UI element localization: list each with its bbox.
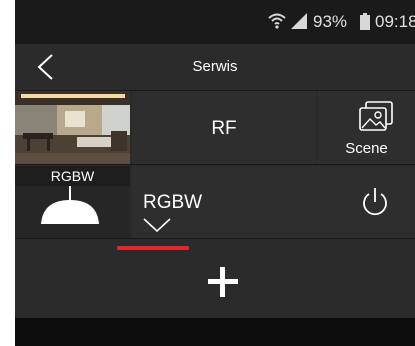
wifi-icon: [268, 13, 286, 29]
clock: 09:18: [375, 12, 415, 31]
scene-images-icon: [359, 101, 393, 131]
app-bar: Serwis: [15, 44, 415, 90]
signal-icon: [291, 13, 307, 29]
room-image[interactable]: [15, 91, 130, 164]
rf-tile[interactable]: RF: [132, 91, 316, 164]
chevron-down-icon[interactable]: [143, 218, 171, 232]
divider: [15, 238, 415, 239]
bottom-bar: [15, 318, 415, 346]
page-title: Serwis: [192, 58, 238, 75]
divider: [15, 164, 415, 165]
lamp-tile[interactable]: RGBW: [15, 166, 130, 238]
scene-label: Scene: [345, 140, 388, 157]
tile-row-device: RGBW RGBW: [15, 166, 415, 238]
battery-icon: [360, 13, 370, 30]
add-area: [15, 240, 415, 318]
lamp-label: RGBW: [15, 166, 130, 186]
room-photo: [15, 91, 130, 164]
rf-label: RF: [211, 118, 237, 139]
scene-tile[interactable]: Scene: [318, 91, 415, 164]
status-bar: 93% 09:18: [15, 0, 415, 44]
tile-row-top: RF Scene: [15, 91, 415, 164]
device-label: RGBW: [143, 192, 203, 213]
pendant-lamp-icon: [41, 186, 99, 224]
plus-icon[interactable]: [206, 265, 240, 299]
app-screen: 93% 09:18 Serwis RF Scene RGBW RGBW: [15, 0, 415, 346]
active-indicator: [117, 246, 189, 250]
power-icon[interactable]: [361, 186, 389, 218]
battery-percent: 93%: [313, 12, 348, 31]
